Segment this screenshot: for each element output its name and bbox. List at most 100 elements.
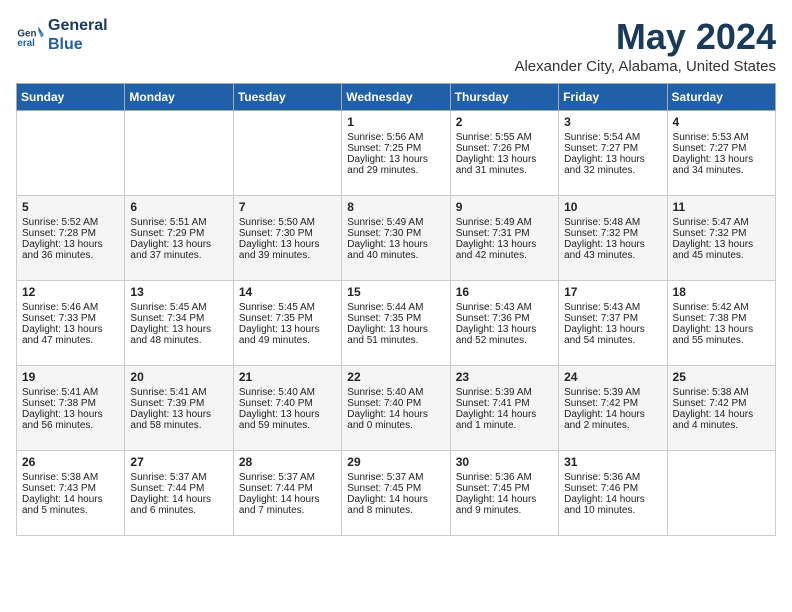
daylight-text: Daylight: 14 hours and 5 minutes. (22, 494, 119, 516)
sunset-text: Sunset: 7:33 PM (22, 313, 119, 324)
sunrise-text: Sunrise: 5:52 AM (22, 217, 119, 228)
sunset-text: Sunset: 7:40 PM (347, 398, 444, 409)
daylight-text: Daylight: 14 hours and 9 minutes. (456, 494, 553, 516)
daylight-text: Daylight: 13 hours and 55 minutes. (673, 324, 770, 346)
calendar-cell: 9 Sunrise: 5:49 AMSunset: 7:31 PMDaylight… (450, 196, 558, 281)
day-number: 14 (239, 285, 336, 299)
calendar-cell: 16Sunrise: 5:43 AMSunset: 7:36 PMDayligh… (450, 281, 558, 366)
sunrise-text: Sunrise: 5:39 AM (564, 387, 661, 398)
sunrise-text: Sunrise: 5:46 AM (22, 302, 119, 313)
calendar-cell: 29Sunrise: 5:37 AMSunset: 7:45 PMDayligh… (342, 451, 450, 536)
calendar-table: SundayMondayTuesdayWednesdayThursdayFrid… (16, 83, 776, 536)
sunrise-text: Sunrise: 5:49 AM (456, 217, 553, 228)
day-number: 19 (22, 370, 119, 384)
column-header-saturday: Saturday (667, 84, 775, 111)
sunset-text: Sunset: 7:36 PM (456, 313, 553, 324)
title-block: May 2024 Alexander City, Alabama, United… (514, 16, 776, 75)
sunset-text: Sunset: 7:30 PM (239, 228, 336, 239)
day-number: 13 (130, 285, 227, 299)
calendar-cell: 21Sunrise: 5:40 AMSunset: 7:40 PMDayligh… (233, 366, 341, 451)
sunrise-text: Sunrise: 5:37 AM (347, 472, 444, 483)
day-number: 25 (673, 370, 770, 384)
calendar-cell: 25Sunrise: 5:38 AMSunset: 7:42 PMDayligh… (667, 366, 775, 451)
daylight-text: Daylight: 14 hours and 0 minutes. (347, 409, 444, 431)
column-header-friday: Friday (559, 84, 667, 111)
calendar-cell: 23Sunrise: 5:39 AMSunset: 7:41 PMDayligh… (450, 366, 558, 451)
sunset-text: Sunset: 7:28 PM (22, 228, 119, 239)
daylight-text: Daylight: 14 hours and 2 minutes. (564, 409, 661, 431)
logo-icon: Gen eral (16, 21, 44, 49)
daylight-text: Daylight: 13 hours and 47 minutes. (22, 324, 119, 346)
day-number: 31 (564, 455, 661, 469)
sunset-text: Sunset: 7:42 PM (564, 398, 661, 409)
sunrise-text: Sunrise: 5:53 AM (673, 132, 770, 143)
sunset-text: Sunset: 7:30 PM (347, 228, 444, 239)
sunrise-text: Sunrise: 5:40 AM (239, 387, 336, 398)
daylight-text: Daylight: 13 hours and 31 minutes. (456, 154, 553, 176)
column-header-thursday: Thursday (450, 84, 558, 111)
daylight-text: Daylight: 14 hours and 8 minutes. (347, 494, 444, 516)
calendar-cell (233, 111, 341, 196)
logo-text: General Blue (48, 16, 108, 54)
svg-text:eral: eral (17, 38, 35, 49)
sunrise-text: Sunrise: 5:51 AM (130, 217, 227, 228)
daylight-text: Daylight: 13 hours and 40 minutes. (347, 239, 444, 261)
daylight-text: Daylight: 13 hours and 36 minutes. (22, 239, 119, 261)
sunset-text: Sunset: 7:40 PM (239, 398, 336, 409)
day-number: 20 (130, 370, 227, 384)
calendar-header-row: SundayMondayTuesdayWednesdayThursdayFrid… (17, 84, 776, 111)
column-header-wednesday: Wednesday (342, 84, 450, 111)
daylight-text: Daylight: 13 hours and 42 minutes. (456, 239, 553, 261)
sunset-text: Sunset: 7:38 PM (22, 398, 119, 409)
calendar-cell: 4Sunrise: 5:53 AMSunset: 7:27 PMDaylight… (667, 111, 775, 196)
calendar-cell: 30 Sunrise: 5:36 AMSunset: 7:45 PMDayligh… (450, 451, 558, 536)
sunset-text: Sunset: 7:31 PM (456, 228, 553, 239)
logo: Gen eral General Blue (16, 16, 108, 54)
calendar-cell: 19Sunrise: 5:41 AMSunset: 7:38 PMDayligh… (17, 366, 125, 451)
daylight-text: Daylight: 13 hours and 34 minutes. (673, 154, 770, 176)
daylight-text: Daylight: 13 hours and 43 minutes. (564, 239, 661, 261)
calendar-cell: 6Sunrise: 5:51 AMSunset: 7:29 PMDaylight… (125, 196, 233, 281)
daylight-text: Daylight: 13 hours and 51 minutes. (347, 324, 444, 346)
sunrise-text: Sunrise: 5:42 AM (673, 302, 770, 313)
calendar-cell: 11Sunrise: 5:47 AMSunset: 7:32 PMDayligh… (667, 196, 775, 281)
calendar-cell: 20Sunrise: 5:41 AMSunset: 7:39 PMDayligh… (125, 366, 233, 451)
sunset-text: Sunset: 7:27 PM (564, 143, 661, 154)
daylight-text: Daylight: 13 hours and 39 minutes. (239, 239, 336, 261)
page-header: Gen eral General Blue May 2024 Alexander… (16, 16, 776, 75)
location-title: Alexander City, Alabama, United States (514, 58, 776, 75)
column-header-tuesday: Tuesday (233, 84, 341, 111)
calendar-cell: 2Sunrise: 5:55 AMSunset: 7:26 PMDaylight… (450, 111, 558, 196)
daylight-text: Daylight: 14 hours and 7 minutes. (239, 494, 336, 516)
day-number: 30 (456, 455, 553, 469)
daylight-text: Daylight: 13 hours and 37 minutes. (130, 239, 227, 261)
daylight-text: Daylight: 14 hours and 1 minute. (456, 409, 553, 431)
calendar-cell: 1Sunrise: 5:56 AMSunset: 7:25 PMDaylight… (342, 111, 450, 196)
daylight-text: Daylight: 13 hours and 54 minutes. (564, 324, 661, 346)
sunrise-text: Sunrise: 5:44 AM (347, 302, 444, 313)
daylight-text: Daylight: 14 hours and 4 minutes. (673, 409, 770, 431)
calendar-week-5: 26Sunrise: 5:38 AMSunset: 7:43 PMDayligh… (17, 451, 776, 536)
sunrise-text: Sunrise: 5:54 AM (564, 132, 661, 143)
calendar-week-3: 12Sunrise: 5:46 AMSunset: 7:33 PMDayligh… (17, 281, 776, 366)
sunset-text: Sunset: 7:25 PM (347, 143, 444, 154)
sunset-text: Sunset: 7:45 PM (456, 483, 553, 494)
calendar-cell: 12Sunrise: 5:46 AMSunset: 7:33 PMDayligh… (17, 281, 125, 366)
sunrise-text: Sunrise: 5:43 AM (564, 302, 661, 313)
calendar-cell: 15Sunrise: 5:44 AMSunset: 7:35 PMDayligh… (342, 281, 450, 366)
day-number: 21 (239, 370, 336, 384)
sunset-text: Sunset: 7:37 PM (564, 313, 661, 324)
day-number: 7 (239, 200, 336, 214)
sunrise-text: Sunrise: 5:49 AM (347, 217, 444, 228)
day-number: 11 (673, 200, 770, 214)
sunrise-text: Sunrise: 5:47 AM (673, 217, 770, 228)
day-number: 17 (564, 285, 661, 299)
sunrise-text: Sunrise: 5:41 AM (130, 387, 227, 398)
sunrise-text: Sunrise: 5:36 AM (456, 472, 553, 483)
calendar-cell: 17 Sunrise: 5:43 AMSunset: 7:37 PMDayligh… (559, 281, 667, 366)
day-number: 10 (564, 200, 661, 214)
sunrise-text: Sunrise: 5:39 AM (456, 387, 553, 398)
calendar-cell: 8Sunrise: 5:49 AMSunset: 7:30 PMDaylight… (342, 196, 450, 281)
sunrise-text: Sunrise: 5:38 AM (673, 387, 770, 398)
day-number: 9 (456, 200, 553, 214)
